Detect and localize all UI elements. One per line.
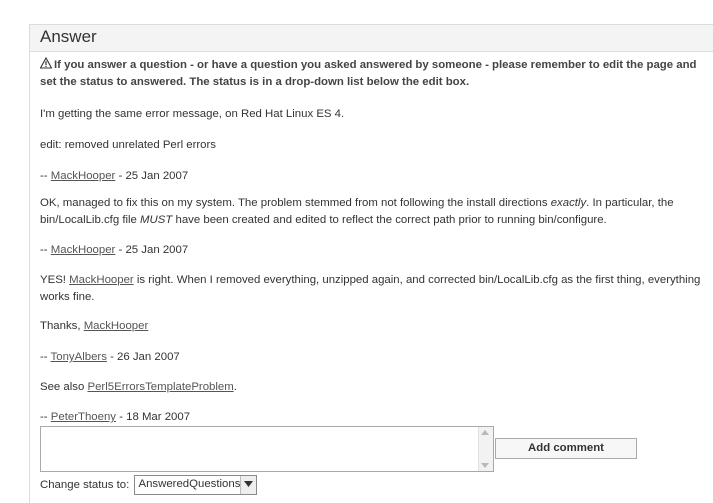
comment-text-part: have been created and edited to reflect …	[172, 214, 607, 226]
add-comment-button[interactable]: Add comment	[495, 438, 637, 459]
user-link-peterthoeny[interactable]: PeterThoeny	[51, 411, 116, 423]
comment-text-part: is right. When I removed everything, unz…	[40, 274, 701, 303]
notice-message: If you answer a question - or have a que…	[40, 59, 697, 88]
scroll-down-icon[interactable]	[481, 463, 489, 468]
comment-text-part: .	[233, 381, 237, 393]
comment-text-part: Thanks,	[40, 320, 84, 332]
comment-text: Thanks, MackHooper	[40, 318, 710, 335]
scroll-up-icon[interactable]	[481, 430, 489, 435]
user-link-mackhooper[interactable]: MackHooper	[84, 320, 149, 332]
comment-signature: -- TonyAlbers - 26 Jan 2007	[40, 349, 710, 366]
comment-text-part: See also	[40, 381, 88, 393]
emphasis-text: exactly	[550, 197, 587, 209]
user-link-mackhooper[interactable]: MackHooper	[69, 274, 134, 286]
signature-date: - 25 Jan 2007	[115, 170, 189, 182]
textarea-scrollbar[interactable]	[478, 427, 493, 471]
user-link-mackhooper[interactable]: MackHooper	[51, 244, 116, 256]
comment-text: OK, managed to fix this on my system. Th…	[40, 195, 710, 229]
signature-prefix: --	[40, 411, 51, 423]
topic-link-perl5errors[interactable]: Perl5ErrorsTemplateProblem	[88, 381, 234, 393]
signature-date: - 18 Mar 2007	[115, 411, 191, 423]
user-link-mackhooper[interactable]: MackHooper	[51, 170, 116, 182]
chevron-down-icon[interactable]	[240, 476, 257, 494]
status-row: Change status to: AnsweredQuestions	[40, 475, 258, 495]
user-link-tonyalbers[interactable]: TonyAlbers	[51, 351, 107, 363]
signature-prefix: --	[40, 244, 51, 256]
status-label: Change status to:	[40, 479, 130, 492]
signature-prefix: --	[40, 351, 51, 363]
signature-date: - 26 Jan 2007	[106, 351, 180, 363]
comment-textarea[interactable]	[40, 426, 494, 472]
comment-text: I'm getting the same error message, on R…	[40, 108, 345, 120]
comment-text-part: YES!	[40, 274, 70, 286]
notice-text: If you answer a question - or have a que…	[39, 56, 710, 91]
status-selected-value: AnsweredQuestions	[138, 478, 241, 490]
warning-icon	[39, 56, 53, 69]
comment-text: edit: removed unrelated Perl errors	[40, 139, 217, 151]
signature-date: - 25 Jan 2007	[115, 244, 189, 256]
section-title: Answer	[40, 27, 97, 46]
status-select[interactable]: AnsweredQuestions	[134, 475, 258, 495]
emphasis-text: MUST	[140, 214, 173, 226]
signature-prefix: --	[40, 170, 51, 182]
answer-section: Answer If you answer a question - or hav…	[29, 24, 713, 503]
comment-signature: -- MackHooper - 25 Jan 2007	[40, 242, 710, 259]
comment-signature: -- MackHooper - 25 Jan 2007	[40, 168, 710, 185]
comment-text-part: OK, managed to fix this on my system. Th…	[40, 197, 551, 209]
section-header: Answer	[30, 25, 713, 52]
comment-signature: -- PeterThoeny - 18 Mar 2007	[40, 409, 710, 426]
comment-text: YES! MackHooper is right. When I removed…	[40, 272, 710, 306]
comment-text: See also Perl5ErrorsTemplateProblem.	[40, 379, 710, 396]
